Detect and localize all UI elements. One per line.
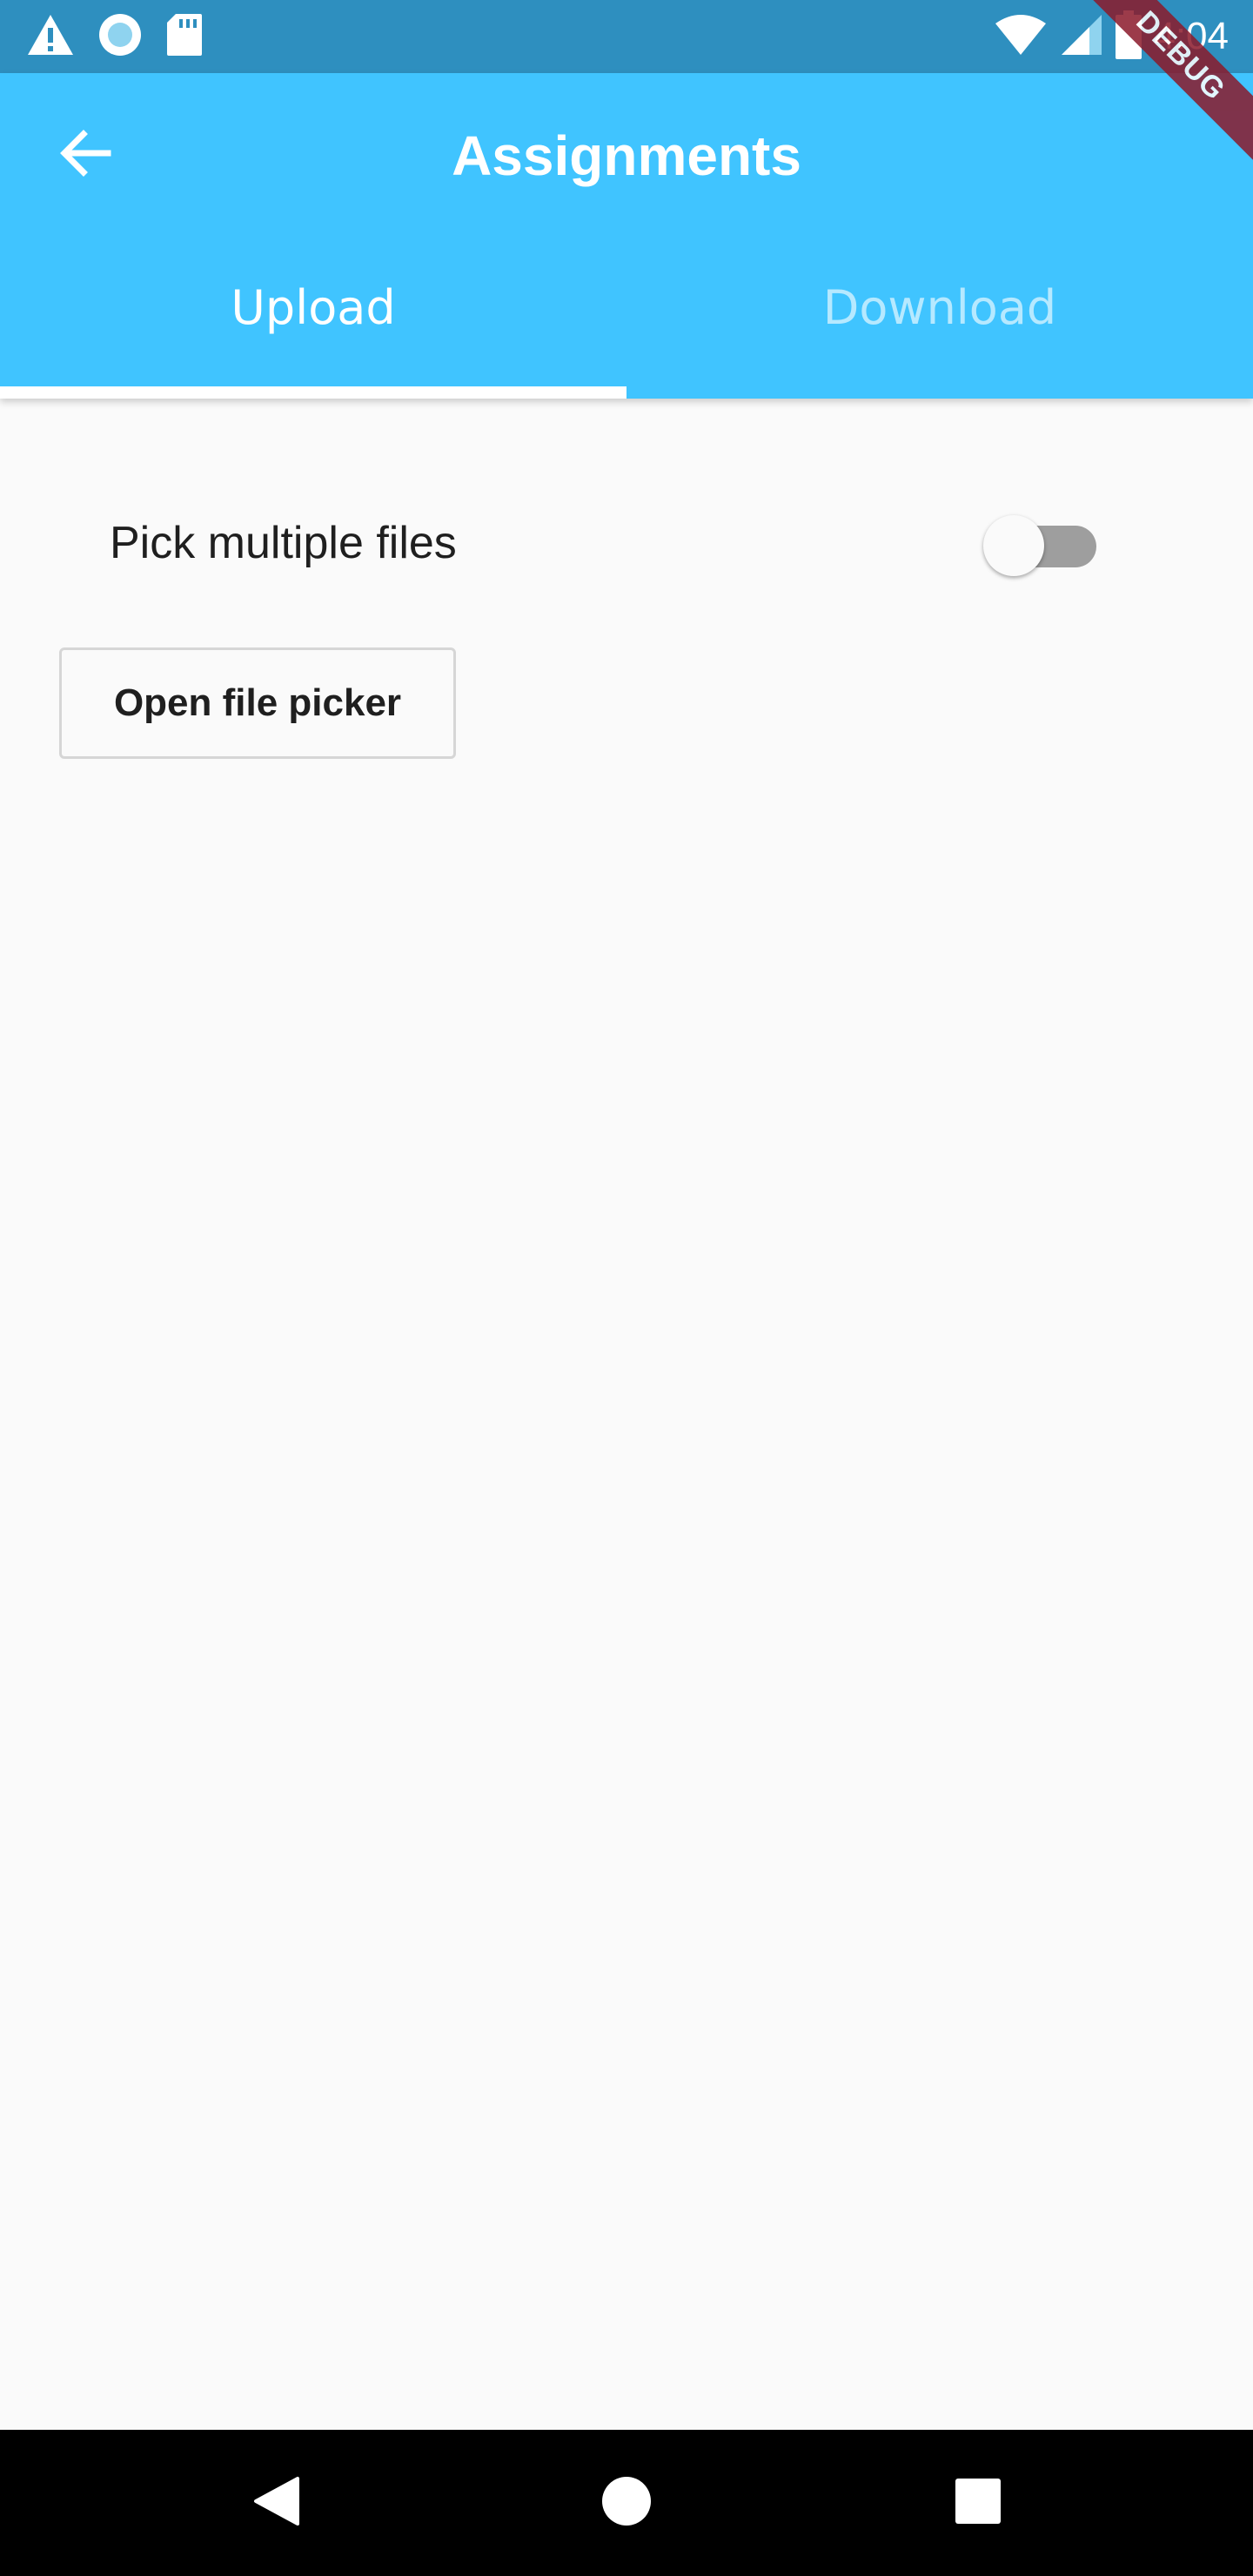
tab-download[interactable]: Download [626,238,1253,399]
status-bar: 4:04 [0,0,1253,73]
tab-download-label: Download [822,279,1057,335]
pick-multiple-row: Pick multiple files [110,505,1105,585]
nav-home-button[interactable] [592,2468,661,2538]
back-triangle-icon [252,2475,301,2532]
status-icons-left [26,12,204,61]
open-file-picker-button[interactable]: Open file picker [59,647,456,759]
tab-indicator [0,386,626,399]
system-nav-bar [0,2430,1253,2576]
home-circle-icon [600,2475,653,2532]
wifi-icon [994,13,1048,61]
pick-multiple-label: Pick multiple files [110,518,457,568]
tab-upload[interactable]: Upload [0,238,626,399]
page-title: Assignments [452,124,801,187]
sd-card-icon [165,12,204,62]
signal-icon [1060,13,1103,61]
nav-back-button[interactable] [242,2468,312,2538]
tab-upload-label: Upload [231,279,396,335]
sync-icon [97,12,143,62]
tab-bar: Upload Download [0,238,1253,399]
pick-multiple-switch[interactable] [983,505,1105,585]
nav-recents-button[interactable] [943,2468,1013,2538]
app-bar: Assignments Upload Download [0,73,1253,399]
switch-thumb [983,515,1044,576]
recents-square-icon [954,2477,1002,2530]
alert-icon [26,13,75,61]
